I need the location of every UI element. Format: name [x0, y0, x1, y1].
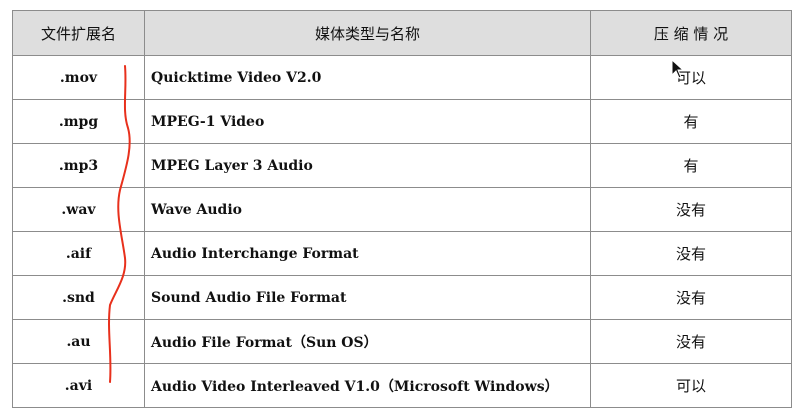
cell-media-name: Audio File Format（Sun OS） — [144, 319, 591, 364]
table-row: .mp3 MPEG Layer 3 Audio 有 — [12, 143, 792, 188]
cell-media-name: Audio Interchange Format — [144, 231, 591, 276]
cell-media-name: Audio Video Interleaved V1.0（Microsoft W… — [144, 363, 591, 408]
cell-extension: .mpg — [12, 99, 145, 144]
cell-compression: 没有 — [590, 275, 792, 320]
cell-extension: .wav — [12, 187, 145, 232]
cell-compression: 可以 — [590, 363, 792, 408]
table-row: .avi Audio Video Interleaved V1.0（Micros… — [12, 363, 792, 408]
cell-compression: 有 — [590, 99, 792, 144]
cell-media-name: MPEG Layer 3 Audio — [144, 143, 591, 188]
table-header-row: 文件扩展名 媒体类型与名称 压 缩 情 况 — [12, 10, 792, 56]
header-extension: 文件扩展名 — [12, 10, 145, 56]
table-row: .mpg MPEG-1 Video 有 — [12, 99, 792, 144]
table-row: .au Audio File Format（Sun OS） 没有 — [12, 319, 792, 364]
cell-extension: .avi — [12, 363, 145, 408]
header-media-type: 媒体类型与名称 — [144, 10, 591, 56]
table-row: .snd Sound Audio File Format 没有 — [12, 275, 792, 320]
table-row: .wav Wave Audio 没有 — [12, 187, 792, 232]
cell-extension: .au — [12, 319, 145, 364]
header-compression: 压 缩 情 况 — [590, 10, 792, 56]
cell-compression: 没有 — [590, 187, 792, 232]
cell-extension: .snd — [12, 275, 145, 320]
cell-compression: 没有 — [590, 231, 792, 276]
mouse-cursor-icon — [671, 59, 685, 79]
cell-extension: .mov — [12, 55, 145, 100]
cell-extension: .aif — [12, 231, 145, 276]
cell-compression: 没有 — [590, 319, 792, 364]
cell-media-name: Sound Audio File Format — [144, 275, 591, 320]
cell-media-name: MPEG-1 Video — [144, 99, 591, 144]
table-row: .aif Audio Interchange Format 没有 — [12, 231, 792, 276]
cell-extension: .mp3 — [12, 143, 145, 188]
cell-media-name: Wave Audio — [144, 187, 591, 232]
cell-compression: 可以 — [590, 55, 792, 100]
cell-media-name: Quicktime Video V2.0 — [144, 55, 591, 100]
cell-compression: 有 — [590, 143, 792, 188]
